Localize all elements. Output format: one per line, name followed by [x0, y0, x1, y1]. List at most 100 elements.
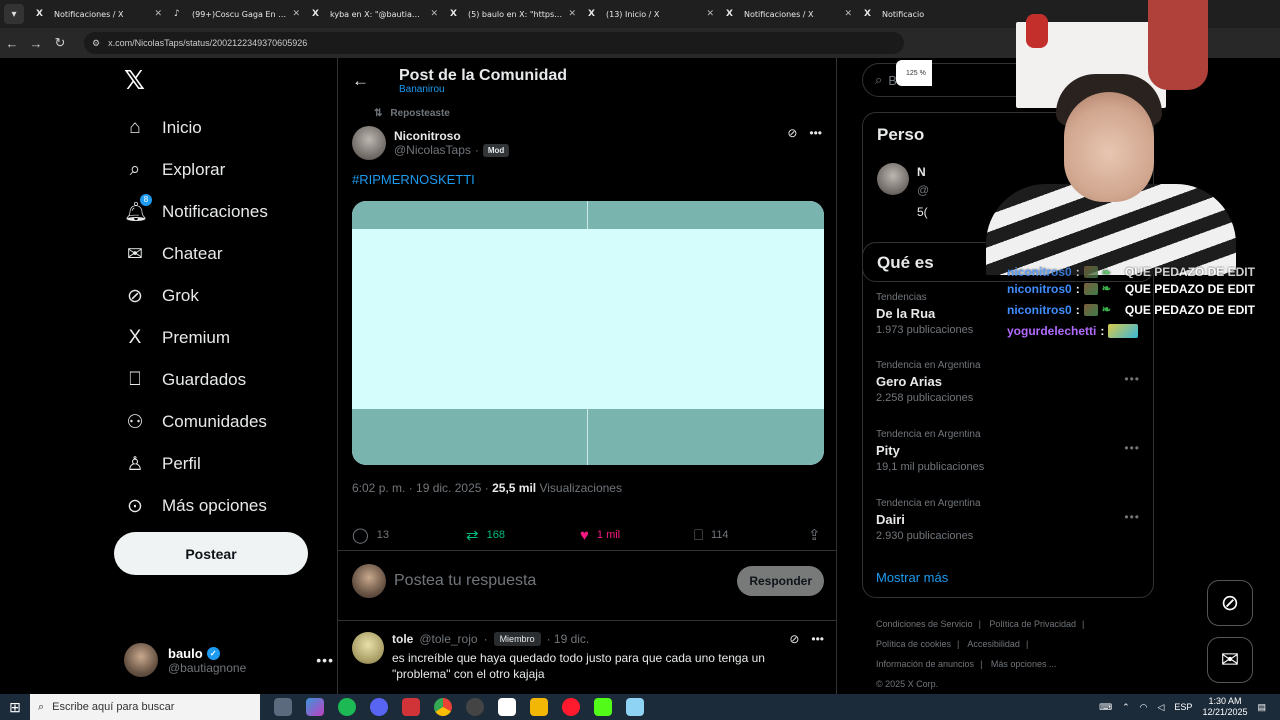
sidebar-item-mas-opciones[interactable]: ⊙ Más opciones	[124, 486, 267, 526]
volume-icon[interactable]: ◁	[1158, 702, 1165, 713]
emote-icon	[1083, 266, 1098, 278]
task-view-icon[interactable]	[274, 698, 292, 716]
chevron-up-icon[interactable]: ⌃	[1122, 702, 1130, 713]
more-icon[interactable]: •••	[316, 652, 334, 668]
footer-link[interactable]: Política de cookies	[876, 639, 951, 649]
messages-float-button[interactable]: ✉	[1207, 637, 1253, 683]
site-info-icon[interactable]: ⚙	[92, 38, 100, 49]
back-arrow-icon[interactable]: ←	[352, 71, 369, 91]
trend-item[interactable]: Tendencia en Argentina Pity 19,1 mil publi…	[876, 429, 1140, 473]
comment-item[interactable]: tole @tole_rojo · Miembro · 19 dic. ⊘ ••• es …	[352, 632, 824, 681]
discord-icon[interactable]	[370, 698, 388, 716]
taskbar-search-input[interactable]: ⌕ Escribe aquí para buscar	[30, 694, 260, 720]
close-tab-icon[interactable]: ✕	[154, 9, 162, 19]
opera-icon[interactable]	[562, 698, 580, 716]
reload-icon[interactable]: ↻	[48, 35, 72, 51]
repost-icon: ⇄	[466, 527, 479, 544]
grok-icon[interactable]: ⊘	[789, 632, 799, 646]
post-button[interactable]: Postear	[114, 532, 308, 575]
footer-link[interactable]: Información de anuncios	[876, 659, 974, 669]
sidebar-item-guardados[interactable]: ⎕ Guardados	[124, 360, 246, 400]
leaf-emote-icon: ❧	[1101, 283, 1111, 295]
github-icon[interactable]	[466, 698, 484, 716]
more-icon[interactable]: •••	[811, 632, 824, 646]
hashtag-link[interactable]: #RIPMERNOSKETTI	[352, 172, 475, 187]
sidebar-item-premium[interactable]: X Premium	[124, 318, 230, 358]
more-icon[interactable]: •••	[1124, 510, 1140, 524]
browser-tab[interactable]: Xkyba en X: "@bautiagnon ✕	[306, 0, 444, 28]
footer-link[interactable]: Más opciones ...	[991, 659, 1057, 669]
x-logo-icon[interactable]: 𝕏	[124, 66, 145, 96]
more-icon[interactable]: •••	[1124, 372, 1140, 386]
comment-text: es increíble que haya quedado todo justo…	[392, 651, 765, 681]
media-bottom-band	[352, 409, 824, 465]
home-icon: ⌂	[129, 117, 141, 138]
spotify-icon[interactable]	[338, 698, 356, 716]
sidebar-item-inicio[interactable]: ⌂ Inicio	[124, 108, 201, 148]
windows-start-icon[interactable]: ⊞	[0, 699, 30, 716]
browser-tab[interactable]: X (5) baulo en X: "https://t.c ✕	[444, 0, 582, 28]
post-author[interactable]: Niconitroso @NicolasTaps · Mod	[352, 126, 510, 160]
bookmark-action[interactable]: ⎕ 114	[694, 527, 754, 544]
sidebar-item-chatear[interactable]: ✉ Chatear	[124, 234, 222, 274]
sidebar-item-explorar[interactable]: ⌕ Explorar	[124, 150, 226, 190]
reply-icon: ◯	[352, 527, 369, 544]
more-icon[interactable]: •••	[809, 126, 822, 140]
post-media[interactable]	[352, 201, 824, 465]
clock[interactable]: 1:30 AM 12/21/2025	[1202, 696, 1247, 718]
sidebar-item-perfil[interactable]: ♙ Perfil	[124, 444, 200, 484]
share-action[interactable]: ⇪	[808, 526, 824, 544]
url-field[interactable]: ⚙ x.com/NicolasTaps/status/20021223493706…	[84, 32, 904, 54]
app-icon[interactable]	[626, 698, 644, 716]
language-indicator[interactable]: ESP	[1174, 702, 1192, 712]
close-tab-icon[interactable]: ✕	[292, 9, 300, 19]
browser-tab[interactable]: ♪ (99+)Coscu Gaga En Vivo ✕	[168, 0, 306, 28]
trend-item[interactable]: Tendencia en Argentina Gero Arias 2.258 pu…	[876, 360, 1140, 404]
tiktok-icon: ♪	[174, 9, 180, 19]
reply-input[interactable]: Postea tu respuesta	[394, 572, 729, 590]
kick-icon[interactable]	[594, 698, 612, 716]
more-icon[interactable]: •••	[1124, 441, 1140, 455]
show-more-link[interactable]: Mostrar más	[876, 570, 948, 585]
mail-icon: ✉	[127, 243, 143, 265]
account-switcher[interactable]: baulo ✓ @bautiagnone •••	[124, 638, 334, 682]
like-action[interactable]: ♥ 1 mil	[580, 527, 640, 544]
avatar	[124, 643, 158, 677]
chrome-icon[interactable]	[434, 698, 452, 716]
close-tab-icon[interactable]: ✕	[430, 9, 438, 19]
sidebar-item-grok[interactable]: ⊘ Grok	[124, 276, 199, 316]
footer-link[interactable]: Accesibilidad	[967, 639, 1020, 649]
chat-message: niconitros0: ❧ QUE PEDAZO DE EDIT	[1007, 302, 1255, 317]
app-icon[interactable]	[402, 698, 420, 716]
reply-action[interactable]: ◯ 13	[352, 526, 412, 544]
app-icon[interactable]	[498, 698, 516, 716]
trend-item[interactable]: Tendencia en Argentina Dairi 2.930 publica…	[876, 498, 1140, 542]
wifi-icon[interactable]: ◠	[1140, 702, 1148, 713]
close-tab-icon[interactable]: ✕	[706, 9, 714, 19]
forward-nav-icon[interactable]: →	[24, 36, 48, 51]
close-tab-icon[interactable]: ✕	[844, 9, 852, 19]
browser-tab[interactable]: X (13) Inicio / X ✕	[582, 0, 720, 28]
notifications-icon[interactable]: ▤	[1257, 702, 1266, 713]
back-nav-icon[interactable]: ←	[0, 36, 24, 51]
community-link[interactable]: Bananirou	[399, 84, 567, 95]
sidebar-item-comunidades[interactable]: ⚇ Comunidades	[124, 402, 266, 442]
post-meta: 6:02 p. m. · 19 dic. 2025 · 25,5 mil Vis…	[352, 481, 622, 495]
x-logo-icon: X	[312, 9, 319, 19]
keyboard-icon[interactable]: ⌨	[1099, 702, 1112, 713]
wall-figure	[1026, 14, 1048, 48]
reply-button[interactable]: Responder	[737, 566, 824, 596]
footer-link[interactable]: Política de Privacidad	[989, 619, 1076, 629]
file-explorer-icon[interactable]	[530, 698, 548, 716]
comment-header: tole @tole_rojo · Miembro · 19 dic.	[392, 632, 590, 646]
copilot-icon[interactable]	[306, 698, 324, 716]
browser-tab[interactable]: X Notificaciones / X ✕	[30, 0, 168, 28]
grok-float-button[interactable]: ⊘	[1207, 580, 1253, 626]
footer-link[interactable]: Condiciones de Servicio	[876, 619, 973, 629]
close-tab-icon[interactable]: ✕	[568, 9, 576, 19]
grok-icon[interactable]: ⊘	[787, 126, 797, 140]
tab-list-button[interactable]: ▾	[4, 4, 24, 24]
sidebar-item-notificaciones[interactable]: 🔔︎ 8 Notificaciones	[124, 192, 268, 232]
repost-action[interactable]: ⇄ 168	[466, 526, 526, 544]
browser-tab[interactable]: X Notificaciones / X ✕	[720, 0, 858, 28]
